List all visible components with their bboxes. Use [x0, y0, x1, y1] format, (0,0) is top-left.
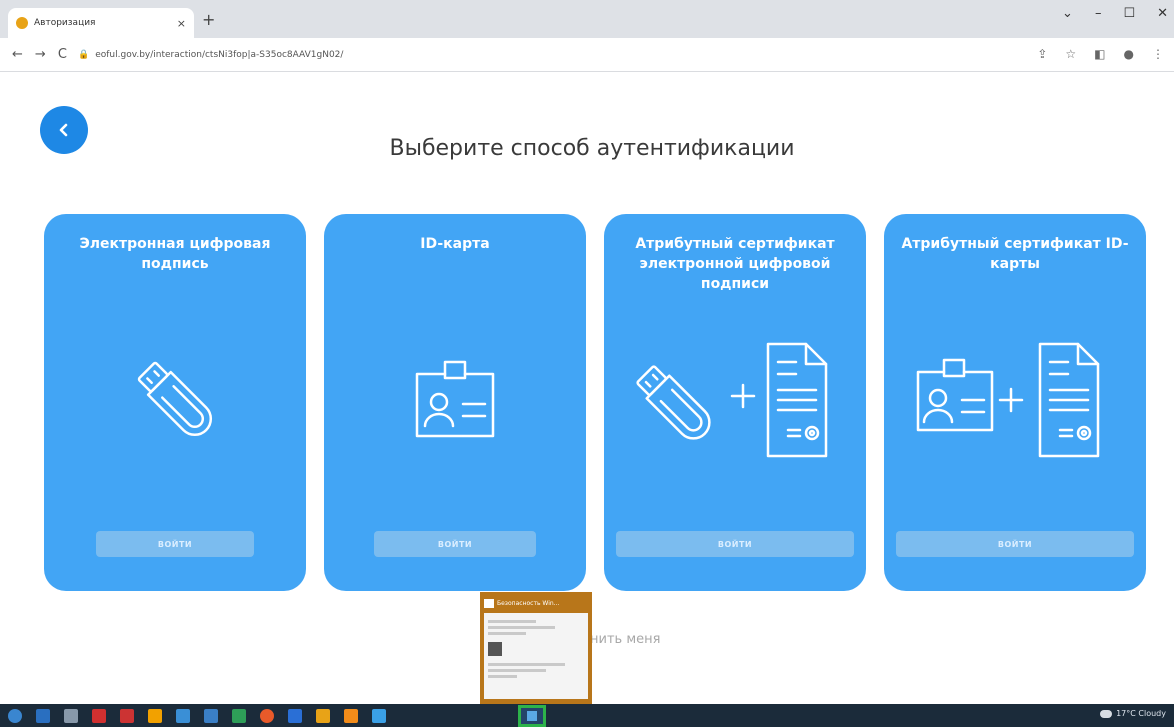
auth-card-id-card[interactable]: ID-карта ВОЙТИ — [324, 214, 586, 591]
security-app-icon — [527, 711, 537, 721]
card-title: ID-карта — [420, 236, 490, 252]
chrome-icon[interactable] — [260, 708, 274, 723]
weather-cloud-icon — [1100, 709, 1113, 718]
profile-avatar-icon[interactable]: ● — [1124, 47, 1134, 61]
app-icon[interactable] — [204, 708, 218, 723]
taskbar-preview-popup[interactable]: Безопасность Win... — [480, 592, 592, 704]
tab-search-icon[interactable]: ⌄ — [1062, 6, 1073, 21]
edge-browser-icon[interactable] — [36, 708, 50, 723]
login-button[interactable]: ВОЙТИ — [96, 531, 254, 557]
login-button[interactable]: ВОЙТИ — [374, 531, 536, 557]
side-panel-icon[interactable]: ◧ — [1094, 47, 1105, 61]
taskview-icon[interactable] — [64, 708, 78, 723]
id-card-plus-certificate-icon — [884, 334, 1146, 464]
browser-tab[interactable]: Авторизация × — [8, 8, 194, 38]
weather-text: 17°C Cloudy — [1116, 709, 1166, 718]
app-icon[interactable] — [176, 708, 190, 723]
page-title: Выберите способ аутентификации — [389, 136, 795, 161]
new-tab-icon[interactable]: + — [202, 10, 215, 29]
start-button-icon[interactable] — [8, 708, 22, 723]
system-tray[interactable]: 17°C Cloudy — [1100, 709, 1166, 718]
window-security-icon — [484, 598, 494, 608]
menu-kebab-icon[interactable]: ⋮ — [1152, 47, 1164, 61]
file-explorer-icon[interactable] — [148, 708, 162, 723]
maximize-icon[interactable]: ☐ — [1123, 6, 1135, 21]
card-title: Атрибутный сертификат электронной цифров… — [635, 236, 835, 292]
back-nav-icon[interactable]: ← — [12, 47, 23, 62]
popup-thumbnail — [484, 613, 588, 699]
usb-key-plus-certificate-icon — [604, 334, 866, 464]
login-button[interactable]: ВОЙТИ — [616, 531, 854, 557]
url-text: eoful.gov.by/interaction/ctsNi3fop|a-S35… — [95, 50, 344, 60]
popup-title: Безопасность Win... — [497, 599, 560, 607]
app-icon[interactable] — [344, 708, 358, 723]
os-taskbar — [0, 704, 1174, 727]
url-field[interactable]: 🔒 eoful.gov.by/interaction/ctsNi3fop|a-S… — [78, 44, 1028, 66]
card-title: Электронная цифровая подпись — [79, 236, 271, 272]
minimize-icon[interactable]: – — [1095, 6, 1102, 21]
app-icon[interactable] — [316, 708, 330, 723]
app-icon[interactable] — [232, 708, 246, 723]
qr-code-icon — [488, 642, 502, 656]
lock-icon: 🔒 — [78, 50, 90, 60]
tab-close-icon[interactable]: × — [177, 17, 186, 30]
app-icon[interactable] — [120, 708, 134, 723]
security-app-taskbar-button[interactable] — [518, 705, 546, 727]
login-button[interactable]: ВОЙТИ — [896, 531, 1134, 557]
auth-card-digital-signature[interactable]: Электронная цифровая подпись ВОЙТИ — [44, 214, 306, 591]
app-icon[interactable] — [288, 708, 302, 723]
app-icon[interactable] — [372, 708, 386, 723]
app-icon[interactable] — [92, 708, 106, 723]
usb-key-icon — [44, 334, 306, 464]
address-bar: ← → C 🔒 eoful.gov.by/interaction/ctsNi3f… — [0, 38, 1174, 72]
share-icon[interactable]: ⇪ — [1037, 47, 1047, 61]
card-title: Атрибутный сертификат ID-карты — [901, 236, 1129, 272]
remember-me-text: нить меня — [590, 632, 661, 647]
tab-title: Авторизация — [34, 18, 96, 28]
forward-nav-icon[interactable]: → — [35, 47, 46, 62]
id-card-icon — [324, 334, 586, 464]
popup-header: Безопасность Win... — [484, 596, 588, 610]
reload-icon[interactable]: C — [58, 47, 67, 62]
site-favicon-icon — [16, 17, 28, 29]
auth-card-attribute-cert-signature[interactable]: Атрибутный сертификат электронной цифров… — [604, 214, 866, 591]
window-controls: ⌄ – ☐ ✕ — [1062, 6, 1168, 21]
browser-toolbar: ⇪ ☆ ◧ ● ⋮ — [1037, 47, 1164, 61]
chevron-left-icon — [59, 123, 68, 137]
browser-tab-bar: Авторизация × + ⌄ – ☐ ✕ — [0, 0, 1174, 38]
bookmark-star-icon[interactable]: ☆ — [1065, 47, 1076, 61]
auth-card-attribute-cert-id-card[interactable]: Атрибутный сертификат ID-карты ВОЙТИ — [884, 214, 1146, 591]
close-window-icon[interactable]: ✕ — [1157, 6, 1168, 21]
